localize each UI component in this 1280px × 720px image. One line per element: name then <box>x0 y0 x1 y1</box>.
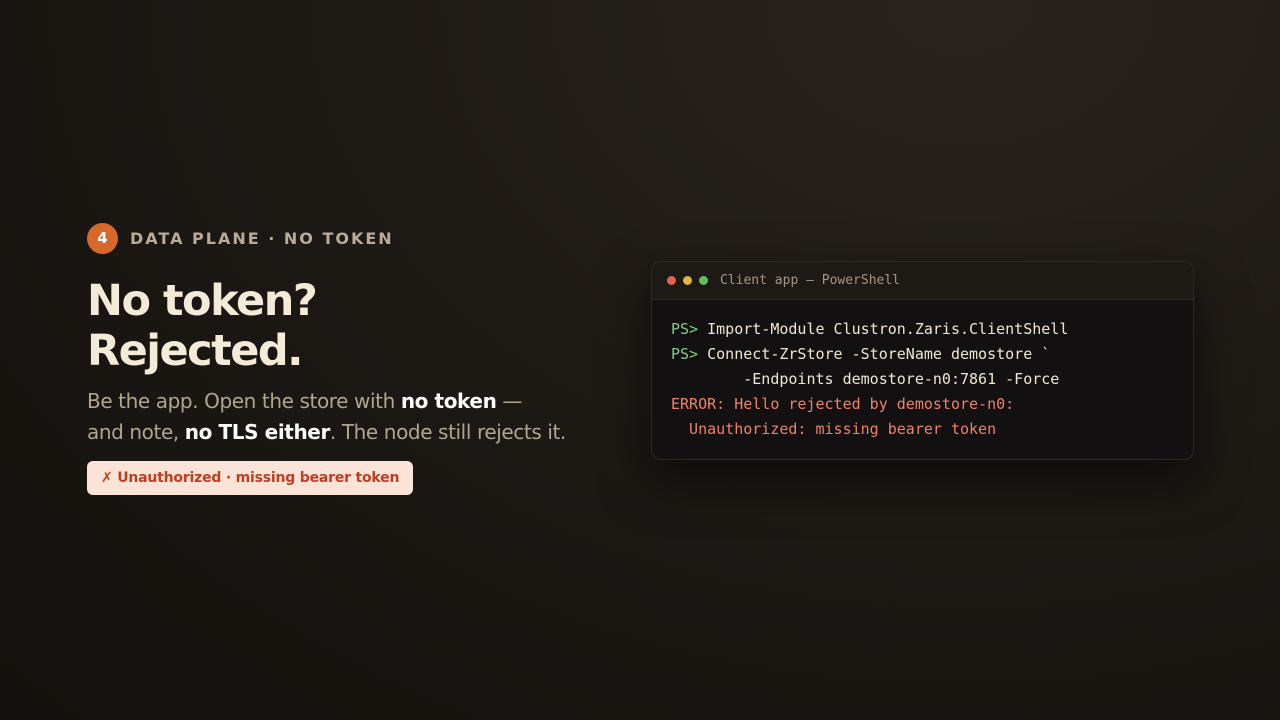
subtitle-emphasis: no token <box>400 389 497 413</box>
close-dot-icon[interactable] <box>667 276 676 285</box>
terminal-title: Client app — PowerShell <box>720 273 901 288</box>
subtitle-line-2: and note, no TLS either. The node still … <box>87 417 587 448</box>
terminal-line: PS> Connect-ZrStore -StoreName demostore… <box>671 342 1193 367</box>
terminal-error-line: ERROR: Hello rejected by demostore-n0: <box>671 395 1015 413</box>
terminal-prompt: PS> <box>671 345 699 363</box>
maximize-dot-icon[interactable] <box>699 276 708 285</box>
terminal-command: Import-Module Clustron.Zaris.ClientShell <box>698 320 1069 338</box>
terminal-window: Client app — PowerShell PS> Import-Modul… <box>651 261 1194 460</box>
terminal-output[interactable]: PS> Import-Module Clustron.Zaris.ClientS… <box>652 300 1193 442</box>
subtitle-text: Be the app. Open the store with <box>87 389 401 413</box>
subtitle-text: . The node still rejects it. <box>329 420 566 444</box>
step-header: 4 DATA PLANE · NO TOKEN <box>87 222 587 254</box>
terminal-line: -Endpoints demostore-n0:7861 -Force <box>671 370 1060 388</box>
slide-left-panel: 4 DATA PLANE · NO TOKEN No token? Reject… <box>87 222 587 495</box>
terminal-line: PS> Import-Module Clustron.Zaris.ClientS… <box>671 317 1193 342</box>
terminal-prompt: PS> <box>671 320 699 338</box>
subtitle-emphasis: no TLS either <box>184 420 331 444</box>
step-label: DATA PLANE · NO TOKEN <box>130 228 394 248</box>
subtitle-text: and note, <box>87 420 185 444</box>
minimize-dot-icon[interactable] <box>683 276 692 285</box>
error-status-badge: ✗ Unauthorized · missing bearer token <box>87 461 414 495</box>
step-number-badge: 4 <box>87 222 118 254</box>
terminal-error-line: Unauthorized: missing bearer token <box>671 420 997 438</box>
terminal-title-bar: Client app — PowerShell <box>652 262 1193 300</box>
title-line-2: Rejected. <box>87 326 304 376</box>
subtitle: Be the app. Open the store with no token… <box>87 386 587 448</box>
page-title: No token? Rejected. <box>87 276 587 376</box>
title-line-1: No token? <box>87 276 318 326</box>
terminal-command: Connect-ZrStore -StoreName demostore ` <box>698 345 1051 363</box>
subtitle-text: — <box>496 389 522 413</box>
subtitle-line-1: Be the app. Open the store with no token… <box>87 386 587 417</box>
